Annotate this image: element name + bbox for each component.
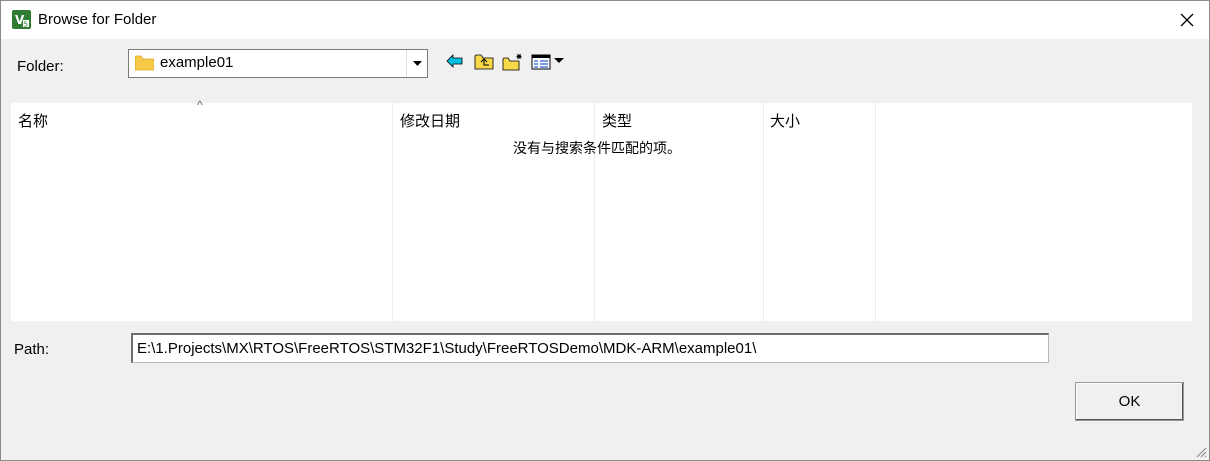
column-divider[interactable] <box>594 103 595 321</box>
sort-ascending-icon: ^ <box>197 98 203 112</box>
folder-value: example01 <box>160 54 234 71</box>
browse-folder-dialog: V 5 Browse for Folder Folder: example01 <box>0 0 1210 461</box>
column-divider[interactable] <box>392 103 393 321</box>
folder-icon <box>135 55 154 71</box>
view-menu-icon[interactable] <box>531 53 567 70</box>
path-label: Path: <box>14 341 50 358</box>
file-list[interactable]: ^ 名称 修改日期 类型 大小 没有与搜索条件匹配的项。 <box>11 98 1192 321</box>
column-divider[interactable] <box>763 103 764 321</box>
column-header-size[interactable]: 大小 <box>770 110 800 131</box>
path-field[interactable]: E:\1.Projects\MX\RTOS\FreeRTOS\STM32F1\S… <box>131 333 1049 363</box>
ok-button[interactable]: OK <box>1075 382 1184 421</box>
close-icon <box>1180 13 1194 27</box>
keil-uvision-icon: V 5 <box>12 10 31 29</box>
svg-text:5: 5 <box>24 21 28 29</box>
window-title: Browse for Folder <box>38 11 157 28</box>
column-header-date-modified[interactable]: 修改日期 <box>400 110 460 131</box>
chevron-down-icon <box>412 61 422 66</box>
up-folder-icon[interactable] <box>474 53 494 70</box>
title-bar: V 5 Browse for Folder <box>1 1 1209 39</box>
column-divider[interactable] <box>875 103 876 321</box>
folder-label: Folder: <box>17 58 64 75</box>
column-header-type[interactable]: 类型 <box>602 110 632 131</box>
back-icon[interactable] <box>446 53 464 69</box>
empty-list-message: 没有与搜索条件匹配的项。 <box>513 140 681 156</box>
close-button[interactable] <box>1165 1 1209 39</box>
column-header-name[interactable]: 名称 <box>18 110 48 131</box>
resize-grip-icon[interactable] <box>1195 446 1207 458</box>
new-folder-icon[interactable] <box>502 53 524 71</box>
path-value: E:\1.Projects\MX\RTOS\FreeRTOS\STM32F1\S… <box>137 340 757 357</box>
folder-combo[interactable]: example01 <box>128 49 428 78</box>
combo-dropdown-button[interactable] <box>406 50 427 77</box>
